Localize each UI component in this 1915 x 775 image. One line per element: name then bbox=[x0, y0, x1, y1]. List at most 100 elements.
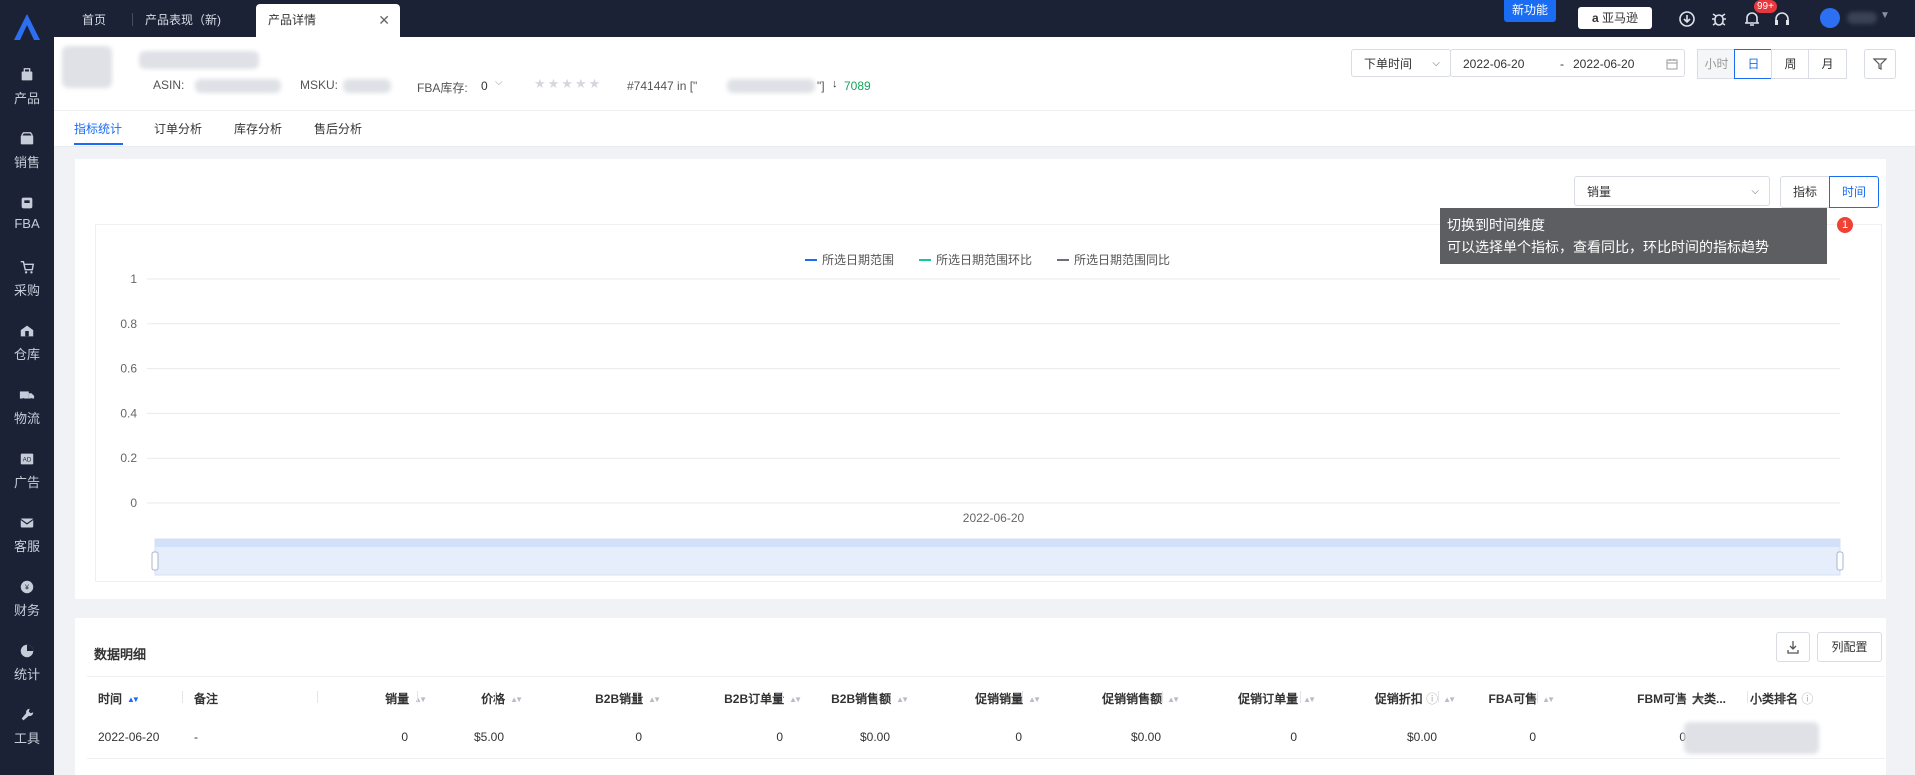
sidebar-item-warehouse[interactable]: 仓库 bbox=[0, 323, 54, 383]
sidebar-item-product[interactable]: 产品 bbox=[0, 67, 54, 127]
column-divider[interactable] bbox=[1747, 691, 1748, 703]
sidebar-item-service[interactable]: 客服 bbox=[0, 515, 54, 575]
granularity-week-button[interactable]: 周 bbox=[1771, 49, 1810, 79]
subtab-orders[interactable]: 订单分析 bbox=[154, 120, 202, 137]
help-icon[interactable]: ⓘ bbox=[1423, 692, 1438, 706]
column-divider[interactable] bbox=[182, 691, 183, 703]
x-tick-label: 2022-06-20 bbox=[963, 511, 1025, 525]
sort-icon[interactable]: ▲▼ bbox=[1167, 695, 1180, 704]
avatar[interactable] bbox=[1820, 8, 1840, 28]
sidebar-item-finance[interactable]: ¥ 财务 bbox=[0, 579, 54, 639]
column-header[interactable]: 促销销售额 ▲▼ bbox=[1102, 690, 1180, 707]
column-header[interactable]: 时间 ▲▼ bbox=[98, 690, 140, 707]
sort-icon[interactable]: ▲▼ bbox=[896, 695, 909, 704]
column-header[interactable]: 小类排名 ⓘ bbox=[1750, 690, 1813, 707]
column-header[interactable]: B2B销量 ▲▼ bbox=[595, 690, 661, 707]
filter-icon[interactable] bbox=[1864, 49, 1896, 79]
sidebar-item-label: 采购 bbox=[13, 283, 40, 298]
msku-value[interactable] bbox=[343, 79, 391, 93]
chevron-down-icon: ⌵ bbox=[1432, 58, 1440, 69]
column-header[interactable]: 促销订单量 ▲▼ bbox=[1238, 690, 1316, 707]
sidebar-item-logistics[interactable]: 物流 bbox=[0, 387, 54, 447]
subtab-aftersales[interactable]: 售后分析 bbox=[314, 120, 362, 137]
date-end[interactable]: 2022-06-20 bbox=[1573, 50, 1634, 78]
column-header[interactable]: 销量 ▲▼ bbox=[385, 690, 427, 707]
sidebar-item-purchase[interactable]: 采购 bbox=[0, 259, 54, 319]
export-button[interactable] bbox=[1776, 632, 1810, 662]
sort-icon[interactable]: ▲▼ bbox=[414, 695, 427, 704]
column-config-button[interactable]: 列配置 bbox=[1817, 632, 1882, 662]
column-header[interactable]: 价格 ▲▼ bbox=[481, 690, 523, 707]
column-divider[interactable] bbox=[782, 691, 783, 703]
sidebar-item-sales[interactable]: 销售 bbox=[0, 131, 54, 191]
legend-label: 所选日期范围同比 bbox=[1074, 253, 1170, 267]
mode-time-button[interactable]: 时间 bbox=[1829, 176, 1879, 208]
mode-metric-button[interactable]: 指标 bbox=[1780, 176, 1830, 208]
column-divider[interactable] bbox=[1300, 691, 1301, 703]
sidebar-item-tools[interactable]: 工具 bbox=[0, 707, 54, 767]
column-header[interactable]: FBA可售 ▲▼ bbox=[1488, 690, 1555, 707]
column-divider[interactable] bbox=[1677, 691, 1678, 703]
sidebar-item-fba[interactable]: FBA bbox=[0, 195, 54, 255]
sidebar-item-label: FBA bbox=[14, 216, 40, 231]
column-header[interactable]: B2B订单量 ▲▼ bbox=[724, 690, 802, 707]
chevron-down-icon[interactable]: ▼ bbox=[1880, 10, 1890, 21]
fba-stock-value[interactable]: 0 bbox=[481, 79, 488, 93]
tab-home[interactable]: 首页 bbox=[82, 4, 106, 37]
pie-chart-icon bbox=[20, 644, 34, 658]
sort-icon[interactable]: ▲▼ bbox=[1028, 695, 1041, 704]
column-divider[interactable] bbox=[417, 691, 418, 703]
column-header-label: 促销订单量 bbox=[1238, 692, 1299, 706]
subtab-metrics[interactable]: 指标统计 bbox=[74, 120, 122, 137]
headset-icon[interactable] bbox=[1773, 10, 1791, 28]
granularity-month-button[interactable]: 月 bbox=[1808, 49, 1847, 79]
granularity-day-button[interactable]: 日 bbox=[1734, 49, 1773, 79]
column-divider[interactable] bbox=[317, 691, 318, 703]
column-header[interactable]: 促销折扣 ⓘ ▲▼ bbox=[1375, 690, 1456, 707]
date-range-picker[interactable]: 2022-06-20 - 2022-06-20 bbox=[1450, 49, 1685, 77]
y-tick-label: 1 bbox=[130, 272, 137, 286]
tab-product-detail[interactable]: 产品详情 ✕ bbox=[256, 4, 400, 37]
download-icon[interactable] bbox=[1678, 10, 1696, 28]
column-header[interactable]: 备注 bbox=[194, 690, 218, 707]
svg-text:¥: ¥ bbox=[25, 584, 29, 592]
sidebar-item-stats[interactable]: 统计 bbox=[0, 643, 54, 703]
sidebar-item-ads[interactable]: AD 广告 bbox=[0, 451, 54, 511]
svg-text:AD: AD bbox=[23, 457, 32, 464]
sort-icon[interactable]: ▲▼ bbox=[1443, 695, 1456, 704]
sort-icon[interactable]: ▲▼ bbox=[510, 695, 523, 704]
asin-value[interactable] bbox=[195, 79, 281, 93]
column-divider[interactable] bbox=[1438, 691, 1439, 703]
close-icon[interactable]: ✕ bbox=[378, 4, 390, 37]
column-divider[interactable] bbox=[637, 691, 638, 703]
chevron-down-icon[interactable]: ⌵ bbox=[495, 77, 503, 88]
column-divider[interactable] bbox=[1537, 691, 1538, 703]
column-divider[interactable] bbox=[495, 691, 496, 703]
column-divider[interactable] bbox=[1022, 691, 1023, 703]
column-header[interactable]: B2B销售额 ▲▼ bbox=[831, 690, 909, 707]
sort-icon[interactable]: ▲▼ bbox=[1542, 695, 1555, 704]
tab-product-performance[interactable]: 产品表现（新) bbox=[145, 4, 221, 37]
column-header[interactable]: 大类... bbox=[1692, 690, 1726, 707]
amazon-button[interactable]: a 亚马逊 bbox=[1578, 7, 1652, 29]
granularity-hour-button[interactable]: 小时 bbox=[1697, 49, 1736, 79]
sort-icon[interactable]: ▲▼ bbox=[648, 695, 661, 704]
subtab-inventory[interactable]: 库存分析 bbox=[234, 120, 282, 137]
product-title bbox=[139, 51, 259, 69]
sort-icon[interactable]: ▲▼ bbox=[127, 695, 140, 704]
column-divider[interactable] bbox=[877, 691, 878, 703]
new-feature-button[interactable]: 新功能 bbox=[1504, 0, 1556, 22]
table-row[interactable]: 2022-06-20-0 $5.00 0 0 $0.00 0 $0.00 0 $0.00 0 0 bbox=[87, 716, 1885, 759]
column-header[interactable]: 促销销量 ▲▼ bbox=[975, 690, 1041, 707]
bug-icon[interactable] bbox=[1710, 10, 1728, 28]
column-divider[interactable] bbox=[1162, 691, 1163, 703]
date-start[interactable]: 2022-06-20 bbox=[1463, 50, 1524, 78]
help-icon[interactable]: ⓘ bbox=[1798, 692, 1813, 706]
sort-icon[interactable]: ▲▼ bbox=[1303, 695, 1316, 704]
y-tick-label: 0.2 bbox=[120, 451, 137, 465]
date-type-select[interactable]: 下单时间 ⌵ bbox=[1351, 49, 1451, 77]
app-logo[interactable] bbox=[8, 8, 46, 46]
column-header-label: 销量 bbox=[385, 692, 410, 706]
metric-select[interactable]: 销量 ⌵ bbox=[1574, 176, 1770, 206]
sort-icon[interactable]: ▲▼ bbox=[789, 695, 802, 704]
